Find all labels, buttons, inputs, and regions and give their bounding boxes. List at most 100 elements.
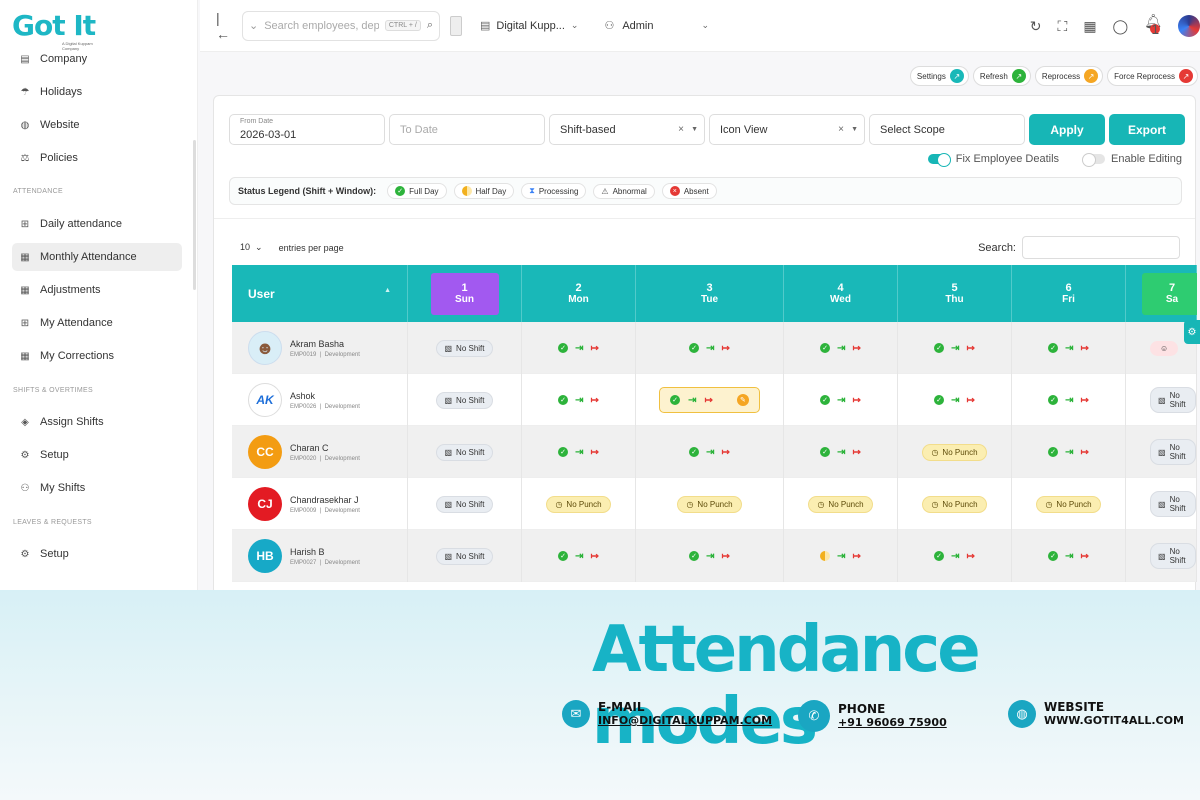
day-cell[interactable]: ◷ No Punch (636, 478, 784, 530)
sidebar-item-daily-attendance[interactable]: ⊞ Daily attendance (12, 210, 182, 238)
day-cell[interactable]: ◷ No Punch (1012, 478, 1126, 530)
sidebar-item-website[interactable]: ◍ Website (12, 111, 182, 139)
day-cell[interactable]: ▧ No Shift (408, 374, 522, 426)
day-cell[interactable]: ▧ No Shift (408, 322, 522, 374)
day-cell[interactable]: ✓ ⇥ ↦ (784, 322, 898, 374)
sidebar-item-company[interactable]: ▤ Company (12, 45, 182, 73)
day-cell[interactable]: ✓ ⇥ ↦ (522, 322, 636, 374)
day-cell[interactable]: ✓ ⇥ ↦ (522, 374, 636, 426)
sidebar-item-my-shifts[interactable]: ⚇ My Shifts (12, 474, 182, 502)
settings-float-icon[interactable]: ⚙ (1184, 320, 1200, 344)
day-cell[interactable]: ✓ ⇥ ↦ (636, 426, 784, 478)
sidebar-item-leave-setup[interactable]: ⚙ Setup (12, 540, 182, 568)
day-cell[interactable]: ▧ No Shift (408, 530, 522, 582)
day-cell[interactable]: ⇥ ↦ (784, 530, 898, 582)
device-icon[interactable] (450, 15, 462, 36)
day-cell[interactable]: ✓ ⇥ ↦ (898, 530, 1012, 582)
day-cell[interactable]: ✓ ⇥ ↦ (898, 322, 1012, 374)
day-cell[interactable]: ▧ No Shift (1126, 426, 1197, 478)
sidebar-item-holidays[interactable]: ☂ Holidays (12, 78, 182, 106)
day-cell[interactable]: ▧ No Shift (1126, 374, 1197, 426)
sort-icon[interactable]: ▲ (384, 287, 391, 294)
day-cell[interactable]: ◷ No Punch (898, 478, 1012, 530)
user-cell[interactable]: CJ Chandrasekhar J EMP0009 | Development (232, 478, 408, 530)
toggle-switch-on[interactable] (927, 153, 951, 167)
phone-link[interactable]: +91 96069 75900 (838, 716, 947, 730)
day-cell[interactable]: ✓ ⇥ ↦ (636, 530, 784, 582)
sidebar-scrollbar[interactable] (193, 140, 196, 290)
sidebar-item-assign-shifts[interactable]: ◈ Assign Shifts (12, 408, 182, 436)
day-cell[interactable]: ✓ ⇥ ↦ (1012, 426, 1126, 478)
settings-button[interactable]: Settings ↗ (909, 66, 969, 86)
sidebar-item-my-attendance[interactable]: ⊞ My Attendance (12, 309, 182, 337)
day-cell[interactable]: ✓ ⇥ ↦ (784, 426, 898, 478)
column-day-4[interactable]: 4 Wed (784, 265, 898, 322)
day-cell[interactable]: ✓ ⇥ ↦ (522, 426, 636, 478)
sidebar-item-policies[interactable]: ⚖ Policies (12, 144, 182, 172)
website-link[interactable]: WWW.GOTIT4ALL.COM (1044, 714, 1184, 728)
day-cell[interactable]: ✓ ⇥ ↦ (636, 322, 784, 374)
entries-select[interactable]: 10 ⌄ (240, 242, 263, 253)
sidebar-item-my-corrections[interactable]: ▦ My Corrections (12, 342, 182, 370)
table-search-input[interactable] (1022, 236, 1180, 259)
role-selector[interactable]: ⚇ Admin ⌄ (604, 19, 709, 33)
day-cell[interactable]: ◷ No Punch (784, 478, 898, 530)
day-cell[interactable]: ▧ No Shift (408, 426, 522, 478)
refresh-icon[interactable]: ↻ (1030, 18, 1042, 35)
toggle-switch-off[interactable] (1082, 153, 1106, 167)
sidebar-item-adjustments[interactable]: ▦ Adjustments (12, 276, 182, 304)
fix-details-toggle[interactable]: Fix Employee Deatils (927, 153, 1059, 167)
day-cell[interactable]: ✓ ⇥ ↦ (784, 374, 898, 426)
day-cell[interactable]: ▧ No Shift (408, 478, 522, 530)
enable-editing-toggle[interactable]: Enable Editing (1082, 153, 1182, 167)
user-cell[interactable]: ☻ Akram Basha EMP0019 | Development (232, 322, 408, 374)
day-cell[interactable]: ◷ No Punch (898, 426, 1012, 478)
force-reprocess-button[interactable]: Force Reprocess ↗ (1107, 66, 1198, 86)
from-date-field[interactable]: From Date 2026-03-01 (229, 114, 385, 145)
mode-select[interactable]: Shift-based × ▼ (549, 114, 705, 145)
sidebar-item-monthly-attendance[interactable]: ▦ Monthly Attendance (12, 243, 182, 271)
chat-icon[interactable]: ◯ (1113, 18, 1129, 35)
day-cell[interactable]: ▧ No Shift (1126, 478, 1197, 530)
column-day-1[interactable]: 1 Sun (408, 265, 522, 322)
bell-icon[interactable]: 🔔︎ 1 (1144, 13, 1162, 40)
day-cell[interactable]: ◷ No Punch (522, 478, 636, 530)
day-cell[interactable]: ✓ ⇥ ↦ (898, 374, 1012, 426)
apply-button[interactable]: Apply (1029, 114, 1105, 145)
day-cell[interactable]: ✓ ⇥ ↦ ✎ (636, 374, 784, 426)
column-user[interactable]: User ▲ (232, 265, 408, 322)
day-cell[interactable]: ✓ ⇥ ↦ (1012, 530, 1126, 582)
column-day-7[interactable]: 7 Sa (1126, 265, 1197, 322)
apps-grid-icon[interactable]: ▦ (1083, 18, 1096, 35)
search-chevron-icon: ⌄ (249, 20, 259, 32)
column-day-3[interactable]: 3 Tue (636, 265, 784, 322)
day-cell[interactable]: ✓ ⇥ ↦ (522, 530, 636, 582)
user-avatar[interactable] (1178, 15, 1200, 37)
user-cell[interactable]: CC Charan C EMP0020 | Development (232, 426, 408, 478)
fullscreen-icon[interactable]: ⛶ (1058, 18, 1068, 35)
day-cell[interactable]: ▧ No Shift (1126, 530, 1197, 582)
sidebar-item-shift-setup[interactable]: ⚙ Setup (12, 441, 182, 469)
column-day-5[interactable]: 5 Thu (898, 265, 1012, 322)
reprocess-button[interactable]: Reprocess ↗ (1034, 66, 1104, 86)
collapse-sidebar-icon[interactable]: |← (216, 10, 230, 42)
column-day-2[interactable]: 2 Mon (522, 265, 636, 322)
full-day-status: ✓ ⇥ ↦ (558, 343, 599, 354)
day-cell[interactable]: ✓ ⇥ ↦ (1012, 374, 1126, 426)
clear-icon[interactable]: × (838, 124, 844, 135)
refresh-button[interactable]: Refresh ↗ (972, 66, 1031, 86)
view-select[interactable]: Icon View × ▼ (709, 114, 865, 145)
scope-select[interactable]: Select Scope (869, 114, 1025, 145)
day-cell[interactable]: ✓ ⇥ ↦ (1012, 322, 1126, 374)
column-day-6[interactable]: 6 Fri (1012, 265, 1126, 322)
editable-status[interactable]: ✓ ⇥ ↦ ✎ (659, 387, 760, 413)
search-input[interactable]: ⌄ Search employees, departments CTRL + /… (242, 10, 440, 41)
user-cell[interactable]: AK Ashok EMP0026 | Development (232, 374, 408, 426)
user-cell[interactable]: HB Harish B EMP0027 | Development (232, 530, 408, 582)
to-date-field[interactable]: To Date (389, 114, 545, 145)
export-button[interactable]: Export (1109, 114, 1185, 145)
edit-icon[interactable]: ✎ (736, 394, 749, 406)
org-selector[interactable]: ▤ Digital Kupp... ⌄ (480, 19, 578, 33)
email-link[interactable]: INFO@DIGITALKUPPAM.COM (598, 714, 772, 728)
clear-icon[interactable]: × (678, 124, 684, 135)
